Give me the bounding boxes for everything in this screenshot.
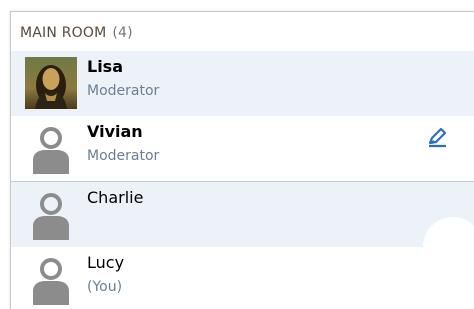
person-icon	[33, 127, 69, 174]
participant-row-vivian[interactable]: Vivian Moderator	[11, 116, 474, 181]
participants-panel: MAIN ROOM (4) Lisa Moderator Vivian Mode…	[10, 11, 474, 309]
participant-count: (4)	[112, 25, 133, 41]
participant-row-lucy[interactable]: Lucy (You)	[11, 247, 474, 309]
participant-name: Lucy	[87, 253, 125, 272]
participant-role: Moderator	[87, 148, 160, 164]
participant-row-charlie[interactable]: Charlie	[11, 181, 474, 247]
participant-name: Vivian	[87, 122, 143, 141]
person-icon	[33, 193, 69, 240]
participant-name: Lisa	[87, 57, 123, 76]
participant-role: Moderator	[87, 83, 160, 99]
room-header: MAIN ROOM (4)	[11, 12, 474, 51]
person-icon	[33, 258, 69, 305]
room-title: MAIN ROOM	[20, 25, 107, 41]
avatar	[25, 57, 77, 109]
participant-row-lisa[interactable]: Lisa Moderator	[11, 51, 474, 116]
participant-name: Charlie	[87, 188, 144, 207]
pencil-edit-icon[interactable]	[426, 126, 448, 148]
decorative-overlay	[423, 217, 474, 277]
participant-role: (You)	[87, 279, 123, 295]
